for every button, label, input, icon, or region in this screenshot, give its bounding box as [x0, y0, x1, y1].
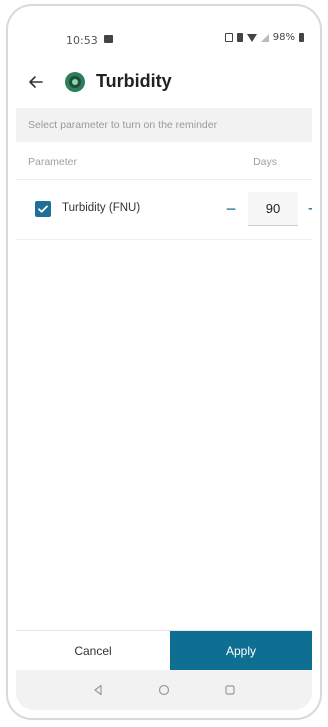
- parameter-checkbox[interactable]: [35, 201, 51, 217]
- vibrate-icon: [236, 33, 243, 42]
- status-time: 10:53: [66, 34, 98, 47]
- signal-icon: [260, 33, 269, 42]
- checkmark-icon: [38, 205, 48, 213]
- nav-back-button[interactable]: [89, 681, 107, 699]
- page-title: Turbidity: [96, 71, 172, 91]
- message-icon: [104, 35, 113, 43]
- back-icon: [94, 684, 102, 696]
- nav-home-button[interactable]: [155, 681, 173, 699]
- column-parameter: Parameter: [28, 156, 78, 168]
- cancel-button[interactable]: Cancel: [16, 631, 170, 670]
- phone-frame: 10:53 98% Turbidity Select parameter to …: [6, 4, 322, 720]
- sensor-icon: [65, 72, 85, 92]
- app-bar: Turbidity: [16, 62, 312, 102]
- column-header: Parameter Days: [16, 142, 312, 180]
- parameter-label: Turbidity (FNU): [62, 202, 141, 214]
- status-icons: 98%: [224, 32, 304, 43]
- back-button[interactable]: [24, 70, 48, 94]
- footer-actions: Cancel Apply: [16, 630, 312, 670]
- nfc-icon: [224, 33, 233, 42]
- column-days: Days: [253, 156, 277, 168]
- recents-icon: [225, 685, 235, 695]
- screen: 10:53 98% Turbidity Select parameter to …: [16, 14, 312, 710]
- status-bar: 10:53 98%: [16, 14, 312, 54]
- days-input[interactable]: [248, 192, 298, 226]
- home-icon: [158, 684, 170, 696]
- battery-icon: [299, 33, 304, 42]
- apply-button[interactable]: Apply: [170, 631, 312, 670]
- hint-text: Select parameter to turn on the reminder: [28, 119, 218, 131]
- hint-banner: Select parameter to turn on the reminder: [16, 108, 312, 142]
- decrement-button[interactable]: −: [220, 198, 242, 220]
- battery-percent: 98%: [272, 32, 295, 43]
- wifi-icon: [246, 33, 257, 42]
- system-nav-bar: [16, 670, 312, 710]
- table-row: Turbidity (FNU) − +: [16, 180, 312, 240]
- nav-recents-button[interactable]: [221, 681, 239, 699]
- arrow-left-icon: [29, 76, 43, 88]
- increment-button[interactable]: +: [302, 198, 312, 220]
